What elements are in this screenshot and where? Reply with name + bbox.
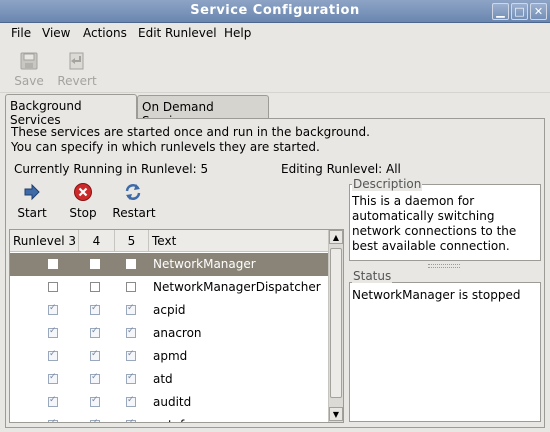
services-list[interactable]: Runlevel 3 4 5 Text NetworkManager Netwo… bbox=[9, 229, 344, 423]
start-label: Start bbox=[17, 206, 47, 220]
runlevel-5-checkbox[interactable] bbox=[126, 259, 136, 269]
service-row[interactable]: anacron bbox=[10, 322, 328, 345]
scroll-up-arrow-icon[interactable]: ▲ bbox=[329, 230, 343, 244]
status-title: Status bbox=[352, 269, 393, 283]
minimize-button[interactable]: ▁ bbox=[492, 3, 509, 20]
stop-icon bbox=[74, 183, 92, 201]
menu-help[interactable]: Help bbox=[224, 26, 251, 40]
start-button[interactable]: Start bbox=[12, 182, 52, 224]
service-name: NetworkManager bbox=[153, 257, 256, 271]
close-button[interactable]: ✕ bbox=[530, 3, 547, 20]
scrollbar-thumb[interactable] bbox=[330, 248, 342, 398]
column-runlevel-3[interactable]: Runlevel 3 bbox=[10, 230, 79, 252]
title-bar: Service Configuration ▁ □ ✕ bbox=[0, 0, 550, 23]
description-line-3: network connections to the bbox=[352, 224, 517, 238]
runlevel-5-checkbox[interactable] bbox=[126, 282, 136, 292]
menu-bar: File View Actions Edit Runlevel Help bbox=[0, 23, 550, 45]
scroll-down-arrow-icon[interactable]: ▼ bbox=[329, 407, 343, 421]
info-line-2: You can specify in which runlevels they … bbox=[11, 140, 320, 154]
restart-button[interactable]: Restart bbox=[111, 182, 157, 224]
service-name: anacron bbox=[153, 326, 202, 340]
info-line-1: These services are started once and run … bbox=[11, 125, 370, 139]
description-line-4: best available connection. bbox=[352, 239, 510, 253]
runlevel-5-checkbox[interactable] bbox=[126, 418, 136, 422]
revert-button[interactable]: Revert bbox=[55, 48, 99, 90]
runlevel-4-checkbox[interactable] bbox=[90, 259, 100, 269]
service-row[interactable]: atd bbox=[10, 368, 328, 391]
service-name: atd bbox=[153, 372, 173, 386]
runlevel-5-checkbox[interactable] bbox=[126, 372, 136, 384]
menu-view[interactable]: View bbox=[42, 26, 70, 40]
window-title: Service Configuration bbox=[190, 3, 360, 18]
runlevel-3-checkbox[interactable] bbox=[48, 418, 58, 422]
tab-on-demand-services[interactable]: On Demand Services bbox=[137, 95, 269, 128]
service-name: autofs bbox=[153, 418, 190, 422]
service-row[interactable]: NetworkManagerDispatcher bbox=[10, 276, 328, 299]
description-line-1: This is a daemon for bbox=[352, 194, 475, 208]
runlevel-3-checkbox[interactable] bbox=[48, 303, 58, 315]
runlevel-5-checkbox[interactable] bbox=[126, 326, 136, 338]
menu-edit-runlevel[interactable]: Edit Runlevel bbox=[138, 26, 217, 40]
stop-button[interactable]: Stop bbox=[63, 182, 103, 224]
runlevel-5-checkbox[interactable] bbox=[126, 349, 136, 361]
description-line-2: automatically switching bbox=[352, 209, 495, 223]
revert-icon bbox=[69, 52, 84, 70]
runlevel-3-checkbox[interactable] bbox=[48, 326, 58, 338]
service-row[interactable]: NetworkManager bbox=[10, 253, 328, 276]
menu-actions[interactable]: Actions bbox=[83, 26, 127, 40]
runlevel-3-checkbox[interactable] bbox=[48, 349, 58, 361]
runlevel-3-checkbox[interactable] bbox=[48, 259, 58, 269]
toolbar: Save Revert bbox=[0, 45, 550, 93]
runlevel-4-checkbox[interactable] bbox=[90, 395, 100, 407]
restart-icon bbox=[125, 184, 141, 200]
runlevel-4-checkbox[interactable] bbox=[90, 303, 100, 315]
service-row[interactable]: auditd bbox=[10, 391, 328, 414]
column-runlevel-4[interactable]: 4 bbox=[79, 230, 115, 252]
runlevel-4-checkbox[interactable] bbox=[90, 349, 100, 361]
stop-label: Stop bbox=[69, 206, 97, 220]
service-row[interactable]: autofs bbox=[10, 414, 328, 422]
service-name: acpid bbox=[153, 303, 186, 317]
editing-runlevel-label: Editing Runlevel: All bbox=[281, 162, 401, 176]
pane-resize-grip[interactable] bbox=[428, 264, 460, 268]
save-label: Save bbox=[14, 74, 44, 88]
service-row[interactable]: acpid bbox=[10, 299, 328, 322]
current-runlevel-label: Currently Running in Runlevel: 5 bbox=[14, 162, 209, 176]
runlevel-4-checkbox[interactable] bbox=[90, 372, 100, 384]
runlevel-4-checkbox[interactable] bbox=[90, 282, 100, 292]
service-name: apmd bbox=[153, 349, 188, 363]
save-icon bbox=[20, 52, 38, 70]
runlevel-5-checkbox[interactable] bbox=[126, 303, 136, 315]
runlevel-5-checkbox[interactable] bbox=[126, 395, 136, 407]
column-runlevel-5[interactable]: 5 bbox=[115, 230, 149, 252]
restart-label: Restart bbox=[112, 206, 156, 220]
runlevel-4-checkbox[interactable] bbox=[90, 418, 100, 422]
list-header: Runlevel 3 4 5 Text bbox=[10, 230, 328, 252]
column-text[interactable]: Text bbox=[149, 230, 328, 252]
save-button[interactable]: Save bbox=[7, 48, 51, 90]
status-frame bbox=[349, 282, 541, 422]
menu-file[interactable]: File bbox=[11, 26, 31, 40]
runlevel-4-checkbox[interactable] bbox=[90, 326, 100, 338]
service-name: auditd bbox=[153, 395, 192, 409]
services-scrollbar[interactable]: ▲ ▼ bbox=[328, 230, 343, 422]
start-arrow-icon bbox=[24, 183, 40, 201]
runlevel-3-checkbox[interactable] bbox=[48, 282, 58, 292]
description-title: Description bbox=[352, 177, 423, 191]
maximize-button[interactable]: □ bbox=[511, 3, 528, 20]
runlevel-3-checkbox[interactable] bbox=[48, 395, 58, 407]
revert-label: Revert bbox=[57, 74, 97, 88]
service-row[interactable]: apmd bbox=[10, 345, 328, 368]
service-name: NetworkManagerDispatcher bbox=[153, 280, 321, 294]
tab-background-services[interactable]: Background Services bbox=[5, 94, 137, 127]
runlevel-3-checkbox[interactable] bbox=[48, 372, 58, 384]
status-text: NetworkManager is stopped bbox=[352, 288, 521, 302]
